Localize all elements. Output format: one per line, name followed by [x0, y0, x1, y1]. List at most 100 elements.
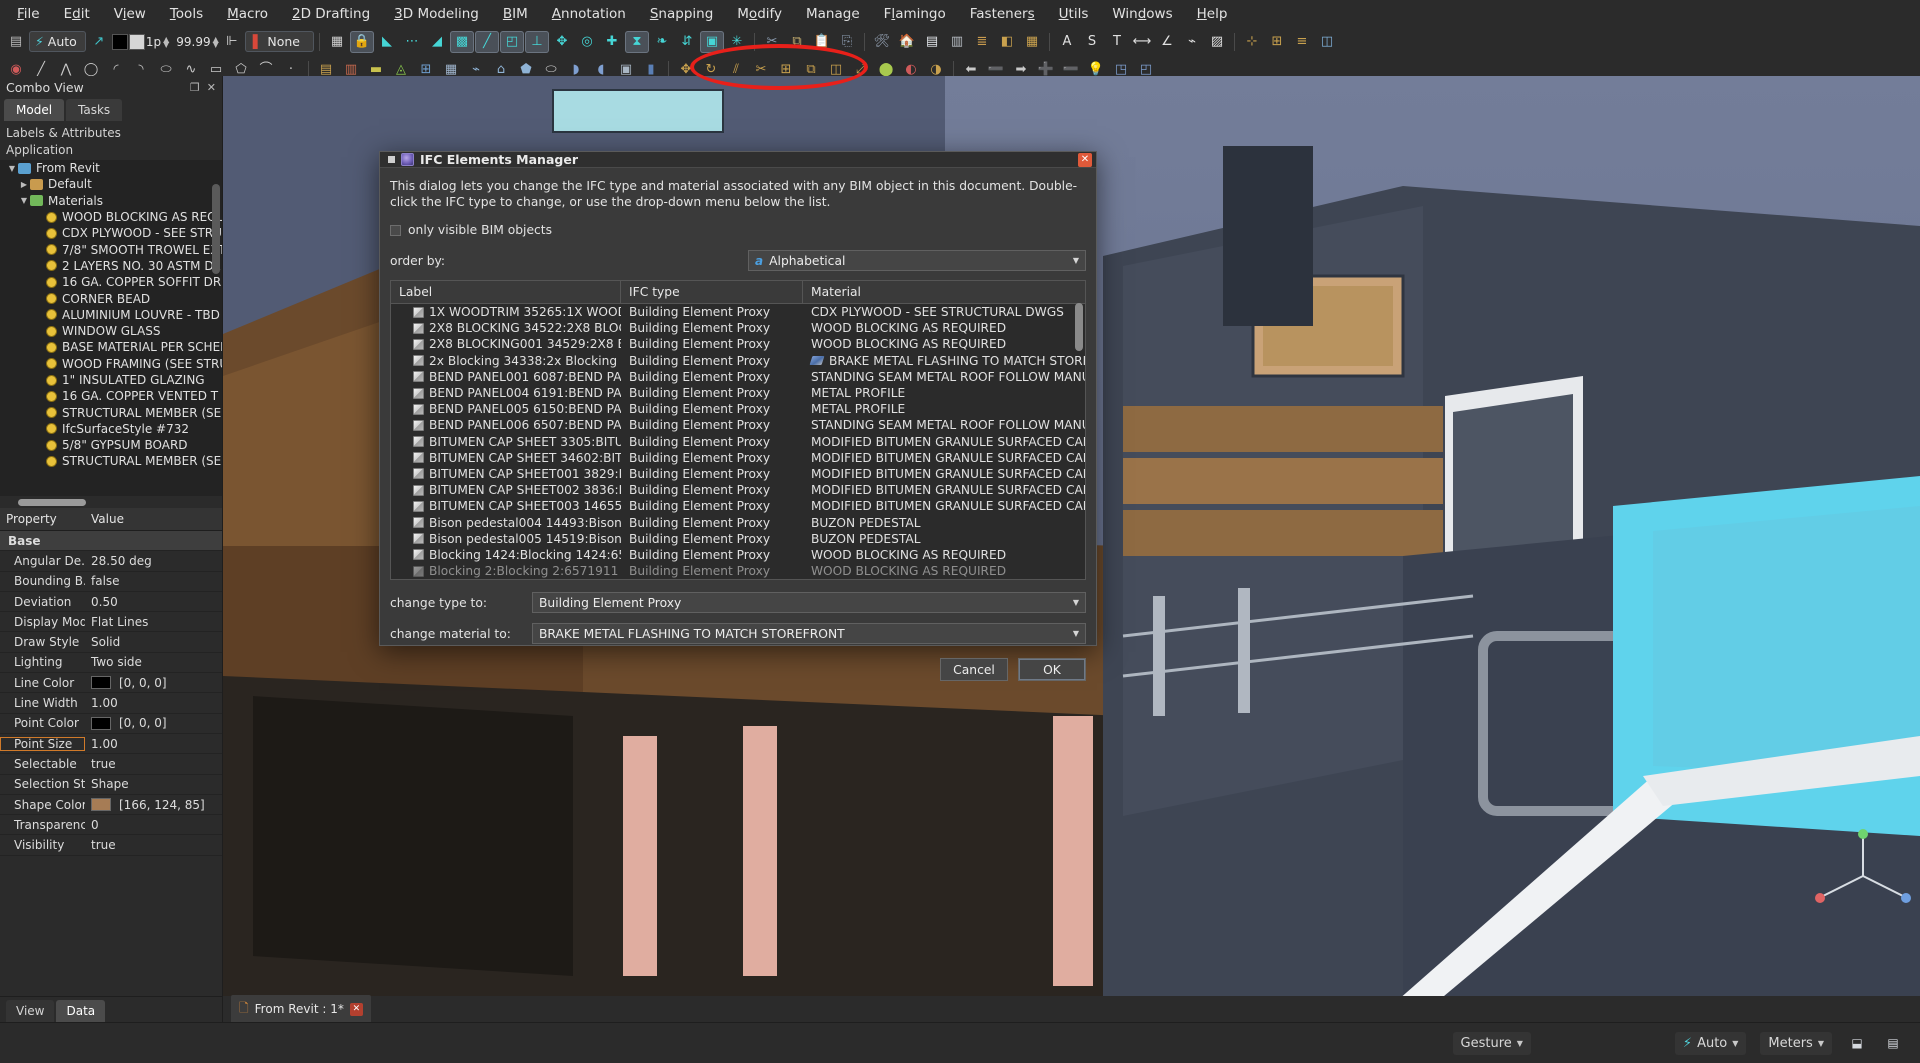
snap-extension-icon[interactable]: ❧ — [650, 31, 674, 53]
tree-item-material[interactable]: CDX PLYWOOD - SEE STRUCTUR — [0, 225, 222, 241]
snap-perpendicular-icon[interactable]: ⊥ — [525, 31, 549, 53]
expand-arrow-icon[interactable]: ▶ — [18, 180, 30, 189]
apply-style-icon[interactable]: ⊩ — [220, 31, 244, 53]
snap-angle-icon[interactable]: ⧗ — [625, 31, 649, 53]
tab-tasks[interactable]: Tasks — [66, 99, 122, 121]
row-material[interactable]: MODIFIED BITUMEN GRANULE SURFACED CAP SH… — [803, 451, 1085, 465]
snap-center-icon[interactable]: ◢ — [425, 31, 449, 53]
change-type-select[interactable]: Building Element Proxy ▼ — [532, 592, 1086, 613]
change-material-select[interactable]: BRAKE METAL FLASHING TO MATCH STOREFRONT… — [532, 623, 1086, 644]
chevron-down-icon[interactable]: ▼ — [1818, 1039, 1824, 1048]
tree-item-material[interactable]: BASE MATERIAL PER SCHEDULE — [0, 339, 222, 355]
row-ifc-type[interactable]: Building Element Proxy — [621, 532, 803, 546]
dimension-h-icon[interactable]: ⟷ — [1130, 31, 1154, 53]
color-swatch[interactable] — [91, 717, 111, 730]
row-material[interactable]: CDX PLYWOOD - SEE STRUCTURAL DWGS — [803, 305, 1085, 319]
snap-working-plane-icon[interactable]: ⇵ — [675, 31, 699, 53]
tree-item-material[interactable]: CORNER BEAD — [0, 290, 222, 306]
property-row[interactable]: Selectabletrue — [0, 754, 222, 774]
snap-special-icon[interactable]: ✳ — [725, 31, 749, 53]
property-value[interactable]: 0.50 — [85, 595, 222, 609]
axis-icon[interactable]: ⊹ — [1240, 31, 1264, 53]
opacity-stepper[interactable]: 99.99 ▲▼ — [176, 35, 219, 49]
face-color-swatch[interactable] — [129, 34, 145, 50]
property-value[interactable]: [0, 0, 0] — [85, 716, 222, 730]
autogroup-button[interactable]: ⚡ Auto — [29, 31, 86, 52]
column-header-material[interactable]: Material — [803, 281, 1085, 303]
ifc-quantities-icon[interactable]: ▥ — [945, 31, 969, 53]
tree-item-material[interactable]: WOOD BLOCKING AS REQUIRED — [0, 209, 222, 225]
table-row[interactable]: BITUMEN CAP SHEET003 14655:BITU...Buildi… — [391, 498, 1085, 514]
property-row[interactable]: Angular De...28.50 deg — [0, 551, 222, 571]
text-style-button[interactable]: ▌ None — [245, 31, 314, 52]
settings-tool-icon[interactable]: 🛠 — [870, 31, 894, 53]
property-row[interactable]: Bounding B...false — [0, 572, 222, 592]
menu-item-modify[interactable]: Modify — [726, 2, 793, 26]
text-a-icon[interactable]: A — [1055, 31, 1079, 53]
snap-line-icon[interactable]: ╱ — [475, 31, 499, 53]
row-ifc-type[interactable]: Building Element Proxy — [621, 516, 803, 530]
line-width-spin-icon[interactable]: ▲▼ — [163, 37, 169, 47]
row-ifc-type[interactable]: Building Element Proxy — [621, 451, 803, 465]
row-material[interactable]: BRAKE METAL FLASHING TO MATCH STOREFRONT — [803, 354, 1085, 368]
menu-item-file[interactable]: File — [6, 2, 51, 26]
row-ifc-type[interactable]: Building Element Proxy — [621, 305, 803, 319]
dimension-icon[interactable]: ↗ — [87, 31, 111, 53]
row-ifc-type[interactable]: Building Element Proxy — [621, 564, 803, 578]
table-row[interactable]: Bison pedestal005 14519:Bison ped...Buil… — [391, 531, 1085, 547]
snap-lock-icon[interactable]: 🔒 — [350, 31, 374, 53]
tree-item-materials[interactable]: ▼ Materials — [0, 193, 222, 209]
expand-arrow-icon[interactable]: ▼ — [18, 196, 30, 205]
row-material[interactable]: STANDING SEAM METAL ROOF FOLLOW MANU. RE… — [803, 370, 1085, 384]
only-visible-checkbox[interactable] — [390, 225, 401, 236]
table-row[interactable]: BITUMEN CAP SHEET002 3836:BITU...Buildin… — [391, 482, 1085, 498]
row-material[interactable]: MODIFIED BITUMEN GRANULE SURFACED CAP SH… — [803, 483, 1085, 497]
table-row[interactable]: BEND PANEL001 6087:BEND PANELO...Buildin… — [391, 369, 1085, 385]
tree-item-material[interactable]: STRUCTURAL MEMBER (SEE STR — [0, 404, 222, 420]
property-value[interactable]: [166, 124, 85] — [85, 798, 222, 812]
row-ifc-type[interactable]: Building Element Proxy — [621, 435, 803, 449]
row-material[interactable]: METAL PROFILE — [803, 402, 1085, 416]
property-value[interactable]: Solid — [85, 635, 222, 649]
dialog-system-menu-icon[interactable] — [388, 156, 395, 163]
row-ifc-type[interactable]: Building Element Proxy — [621, 370, 803, 384]
menu-item-tools[interactable]: Tools — [159, 2, 214, 26]
row-ifc-type[interactable]: Building Element Proxy — [621, 337, 803, 351]
auto-dimension-button[interactable]: ⚡ Auto ▼ — [1675, 1032, 1746, 1055]
property-row[interactable]: Selection St...Shape — [0, 775, 222, 795]
row-material[interactable]: MODIFIED BITUMEN GRANULE SURFACED CAP SH… — [803, 499, 1085, 513]
row-material[interactable]: MODIFIED BITUMEN GRANULE SURFACED CAP SH… — [803, 467, 1085, 481]
chevron-down-icon[interactable]: ▼ — [1732, 1039, 1738, 1048]
tree-item-material[interactable]: 7/8" SMOOTH TROWEL EXTERIOR — [0, 241, 222, 257]
row-ifc-type[interactable]: Building Element Proxy — [621, 386, 803, 400]
menu-item-snapping[interactable]: Snapping — [639, 2, 724, 26]
opacity-spin-icon[interactable]: ▲▼ — [213, 37, 219, 47]
expand-arrow-icon[interactable]: ▼ — [6, 164, 18, 173]
row-ifc-type[interactable]: Building Element Proxy — [621, 483, 803, 497]
schedule-icon[interactable]: ▦ — [1020, 31, 1044, 53]
property-row-point-size[interactable]: Point Size1.00 — [0, 734, 222, 754]
property-row[interactable]: Transparency0 — [0, 815, 222, 835]
property-value[interactable]: true — [85, 757, 222, 771]
chevron-down-icon[interactable]: ▼ — [1517, 1039, 1523, 1048]
row-ifc-type[interactable]: Building Element Proxy — [621, 548, 803, 562]
row-ifc-type[interactable]: Building Element Proxy — [621, 467, 803, 481]
tree-horizontal-scrollbar[interactable] — [18, 499, 86, 506]
property-value[interactable]: 1.00 — [85, 696, 222, 710]
row-ifc-type[interactable]: Building Element Proxy — [621, 402, 803, 416]
model-tree[interactable]: ▼ From Revit ▶ Default ▼ Materials WOOD … — [0, 160, 222, 496]
menu-item-2d-drafting[interactable]: 2D Drafting — [281, 2, 381, 26]
tree-item-material[interactable]: 16 GA. COPPER SOFFIT DRIP ED — [0, 274, 222, 290]
property-row[interactable]: Line Color[0, 0, 0] — [0, 673, 222, 693]
chevron-down-icon[interactable]: ▼ — [1073, 629, 1079, 638]
property-row[interactable]: Visibilitytrue — [0, 835, 222, 855]
property-row[interactable]: Shape Color[166, 124, 85] — [0, 795, 222, 815]
menu-item-help[interactable]: Help — [1186, 2, 1239, 26]
table-row[interactable]: Bison pedestal004 14493:Bison ped...Buil… — [391, 514, 1085, 530]
level-icon[interactable]: ≡ — [1290, 31, 1314, 53]
snap-parallel-icon[interactable]: ◰ — [500, 31, 524, 53]
property-row[interactable]: Display ModeFlat Lines — [0, 612, 222, 632]
units-button[interactable]: Meters ▼ — [1760, 1032, 1832, 1055]
tree-item-material[interactable]: 2 LAYERS NO. 30 ASTM D226 AS — [0, 258, 222, 274]
toggle-panel-icon[interactable]: ▤ — [1882, 1034, 1904, 1052]
